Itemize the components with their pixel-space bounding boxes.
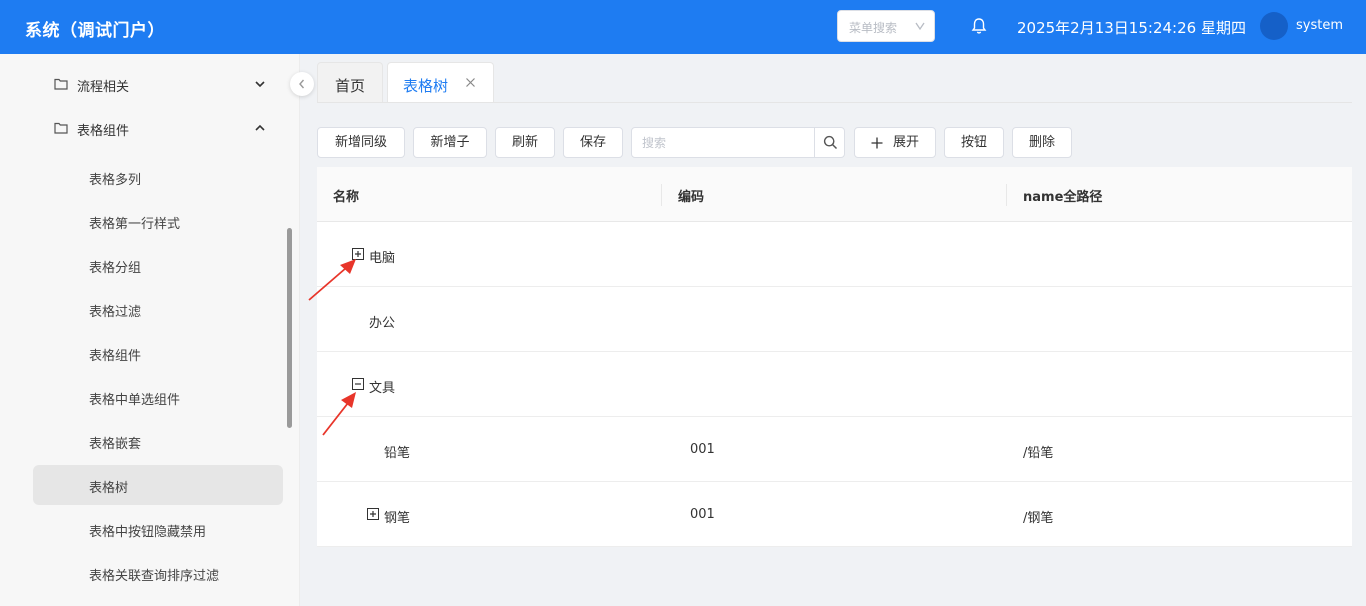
table-row[interactable]: 文具 <box>317 352 1352 417</box>
sidebar-item-table-tree[interactable]: 表格树 <box>33 465 283 505</box>
bell-icon[interactable] <box>970 17 988 35</box>
chevron-up-icon <box>255 124 265 131</box>
expand-plus-icon[interactable] <box>367 508 379 520</box>
column-divider <box>661 184 662 206</box>
sidebar-folder-label: 表格组件 <box>77 124 130 139</box>
sidebar-item-label: 表格中按钮隐藏禁用 <box>89 525 207 540</box>
sidebar-item-table-button-hide[interactable]: 表格中按钮隐藏禁用 <box>33 509 283 549</box>
sidebar-item-table-radio[interactable]: 表格中单选组件 <box>33 377 283 417</box>
column-divider <box>1006 184 1007 206</box>
column-header-name[interactable]: 名称 <box>333 186 359 205</box>
sidebar-item-label: 表格嵌套 <box>89 437 142 452</box>
sidebar-folder-process[interactable]: 流程相关 <box>54 75 284 95</box>
refresh-button[interactable]: 刷新 <box>495 127 555 158</box>
username[interactable]: system <box>1296 18 1343 33</box>
tab-home[interactable]: 首页 <box>317 62 383 102</box>
sidebar-folder-table[interactable]: 表格组件 <box>54 119 284 139</box>
cell-name: 文具 <box>369 381 396 396</box>
cell-code: 001 <box>690 442 715 457</box>
app-title: 系统（调试门户） <box>25 21 165 41</box>
sidebar-scrollbar[interactable] <box>287 228 292 428</box>
sidebar-item-label: 表格分组 <box>89 261 142 276</box>
search-button[interactable] <box>814 128 845 157</box>
expand-button-label: 展开 <box>893 135 920 150</box>
sidebar-item-label: 表格树 <box>89 481 129 496</box>
cell-path: /钢笔 <box>1023 511 1054 526</box>
top-header: 系统（调试门户） 菜单搜索 2025年2月13日15:24:26 星期四 sys… <box>0 0 1366 54</box>
table-row[interactable]: 钢笔 001 /钢笔 <box>317 482 1352 547</box>
search-input[interactable] <box>642 133 812 153</box>
sidebar-item-label: 表格第一行样式 <box>89 217 181 232</box>
plus-icon <box>871 137 883 149</box>
table-header: 名称 编码 name全路径 <box>317 167 1352 222</box>
annotation-arrow <box>322 392 356 436</box>
table-row[interactable]: 办公 <box>317 287 1352 352</box>
cell-code: 001 <box>690 507 715 522</box>
delete-button[interactable]: 删除 <box>1012 127 1072 158</box>
table-row[interactable]: 电脑 <box>317 222 1352 287</box>
close-icon[interactable] <box>465 77 476 88</box>
chevron-down-icon <box>915 22 925 31</box>
tree-table: 名称 编码 name全路径 电脑 办公 文具 铅笔 001 /铅笔 钢笔 001… <box>317 167 1352 547</box>
cell-name: 电脑 <box>369 251 396 266</box>
sidebar-folder-label: 流程相关 <box>77 80 130 95</box>
save-button[interactable]: 保存 <box>563 127 623 158</box>
tab-label: 表格树 <box>403 77 449 95</box>
folder-icon <box>54 78 68 90</box>
tab-label: 首页 <box>335 77 366 95</box>
sidebar-item-table-filter[interactable]: 表格过滤 <box>33 289 283 329</box>
sidebar-item-table-firstrow[interactable]: 表格第一行样式 <box>33 201 283 241</box>
sidebar: 流程相关 表格组件 表格多列 表格第一行样式 表格分组 表格过滤 表格组件 表格… <box>0 54 300 606</box>
sidebar-item-table-group[interactable]: 表格分组 <box>33 245 283 285</box>
chevron-down-icon <box>255 81 265 88</box>
sidebar-item-table-component[interactable]: 表格组件 <box>33 333 283 373</box>
tabs-divider <box>317 102 1352 103</box>
chevron-left-icon <box>299 79 305 89</box>
sidebar-item-label: 表格中单选组件 <box>89 393 181 408</box>
cell-path: /铅笔 <box>1023 446 1054 461</box>
search-box <box>631 127 845 158</box>
column-header-path[interactable]: name全路径 <box>1023 186 1102 205</box>
menu-search-select[interactable]: 菜单搜索 <box>837 10 935 42</box>
sidebar-item-table-nested[interactable]: 表格嵌套 <box>33 421 283 461</box>
cell-name: 铅笔 <box>384 446 411 461</box>
menu-search-placeholder: 菜单搜索 <box>849 21 898 35</box>
avatar[interactable] <box>1260 12 1288 40</box>
folder-icon <box>54 122 68 134</box>
add-sibling-button[interactable]: 新增同级 <box>317 127 405 158</box>
tab-table-tree[interactable]: 表格树 <box>387 62 494 102</box>
sidebar-item-table-multicol[interactable]: 表格多列 <box>33 157 283 197</box>
expand-button[interactable]: 展开 <box>854 127 936 158</box>
sidebar-item-label: 表格关联查询排序过滤 <box>89 569 220 584</box>
cell-name: 办公 <box>369 316 396 331</box>
sidebar-item-table-relation[interactable]: 表格关联查询排序过滤 <box>33 553 283 593</box>
button-button[interactable]: 按钮 <box>944 127 1004 158</box>
cell-name: 钢笔 <box>384 511 411 526</box>
sidebar-item-label: 表格多列 <box>89 173 142 188</box>
annotation-arrow <box>308 259 356 301</box>
column-header-code[interactable]: 编码 <box>678 186 704 205</box>
sidebar-item-label: 表格组件 <box>89 349 142 364</box>
sidebar-item-label: 表格过滤 <box>89 305 142 320</box>
datetime-display: 2025年2月13日15:24:26 星期四 <box>1017 19 1246 37</box>
sidebar-collapse-button[interactable] <box>290 72 314 96</box>
add-child-button[interactable]: 新增子 <box>413 127 487 158</box>
table-row[interactable]: 铅笔 001 /铅笔 <box>317 417 1352 482</box>
search-icon <box>823 135 838 150</box>
